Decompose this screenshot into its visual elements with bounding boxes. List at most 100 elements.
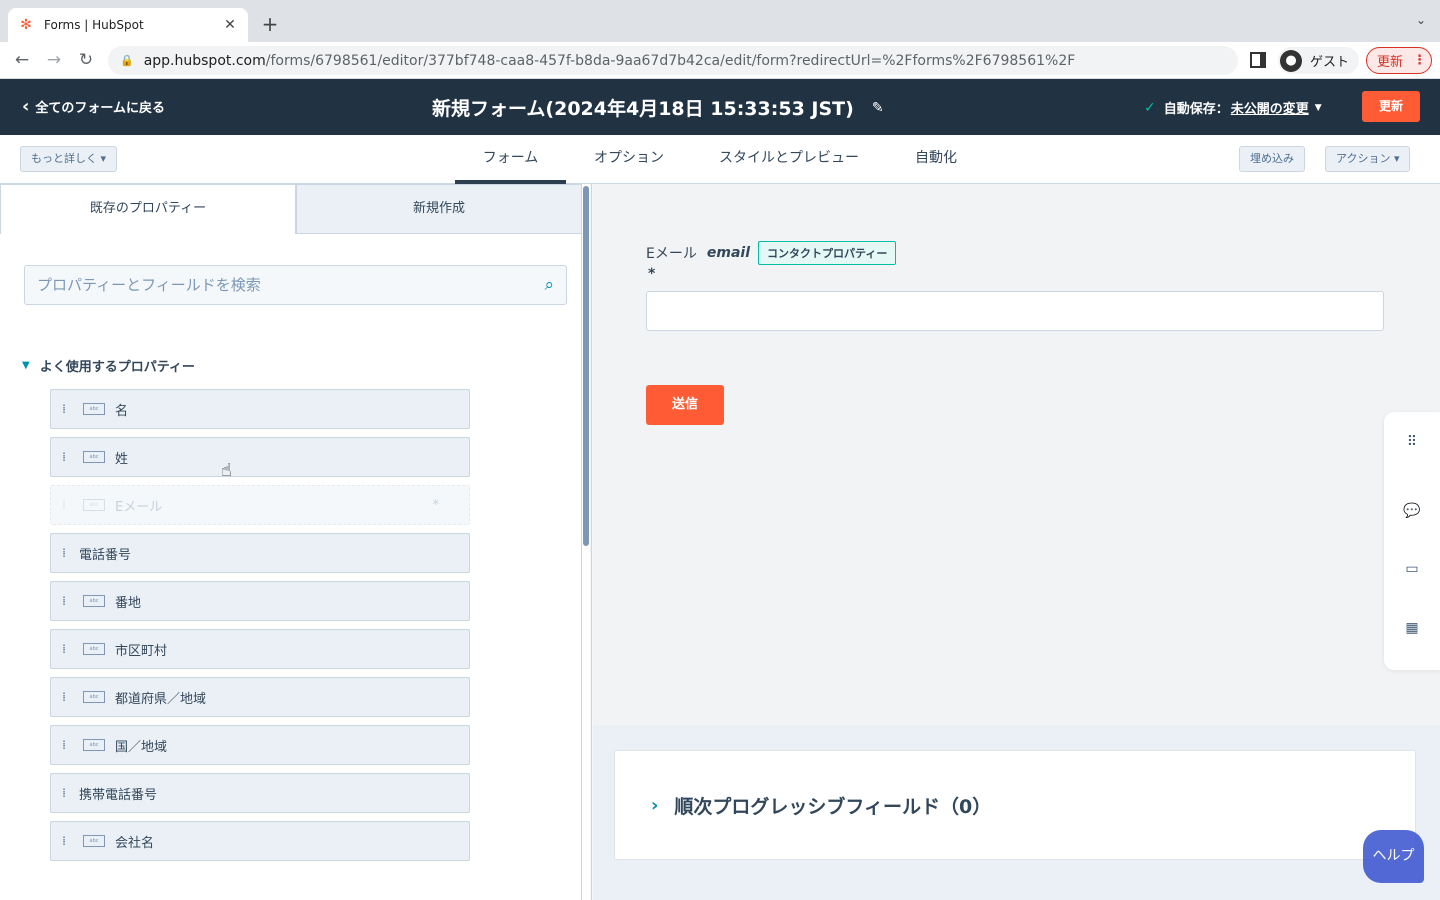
browser-tab-title: Forms | HubSpot xyxy=(44,18,144,32)
form-preview xyxy=(593,184,1440,725)
more-details-label: もっと詳しく xyxy=(31,152,97,165)
hubspot-favicon-icon: ✻ xyxy=(20,17,32,33)
drag-handle-icon[interactable]: ⁞ xyxy=(51,643,75,655)
property-item-phone[interactable]: ⁞ 電話番号 xyxy=(50,533,470,573)
check-icon: ✓ xyxy=(1144,99,1156,116)
property-item-country[interactable]: ⁞ abc 国／地域 xyxy=(50,725,470,765)
tab-form[interactable]: フォーム xyxy=(455,135,566,184)
profile-label: ゲスト xyxy=(1310,55,1350,70)
drag-handle-icon[interactable]: ⁞ xyxy=(51,595,75,607)
reload-icon[interactable]: ↻ xyxy=(74,48,98,72)
close-icon[interactable]: ✕ xyxy=(222,17,238,33)
tab-style-preview[interactable]: スタイルとプレビュー xyxy=(706,135,872,184)
email-field-label[interactable]: Eメール email コンタクトプロパティー xyxy=(646,241,897,265)
property-item-street[interactable]: ⁞ abc 番地 xyxy=(50,581,470,621)
property-label: 名 xyxy=(115,403,129,419)
url-path: /forms/6798561/editor/377bf748-caa8-457f… xyxy=(265,52,1076,69)
editor-toolbar: もっと詳しく ▾ フォーム オプション スタイルとプレビュー 自動化 埋め込み … xyxy=(0,135,1440,184)
url-host: app.hubspot.com xyxy=(143,52,266,69)
scrollbar-thumb[interactable] xyxy=(583,186,589,546)
profile-button[interactable]: ● ゲスト xyxy=(1278,47,1360,74)
property-search: ⌕ xyxy=(24,265,567,305)
form-title: 新規フォーム(2024年4月18日 15:33:53 JST) ✎ xyxy=(432,94,884,121)
property-item-email: ⁞ abc Eメール * xyxy=(50,485,470,525)
autosave-label: 自動保存： xyxy=(1163,102,1229,117)
browser-update-label: 更新 xyxy=(1377,55,1404,70)
text-field-icon: abc xyxy=(83,739,105,751)
hand-cursor-icon: ☝ xyxy=(221,460,232,481)
property-item-state[interactable]: ⁞ abc 都道府県／地域 xyxy=(50,677,470,717)
email-field[interactable] xyxy=(646,291,1384,331)
update-button[interactable]: 更新 xyxy=(1362,91,1420,122)
window-icon[interactable]: ▭ xyxy=(1402,559,1422,579)
more-details-button[interactable]: もっと詳しく ▾ xyxy=(20,146,118,172)
actions-button[interactable]: アクション ▾ xyxy=(1325,146,1411,172)
caret-down-icon[interactable]: ▼ xyxy=(1315,103,1322,113)
property-item-first-name[interactable]: ⁞ abc 名 xyxy=(50,389,470,429)
property-item-city[interactable]: ⁞ abc 市区町村 xyxy=(50,629,470,669)
drag-handle-icon[interactable]: ⁞ xyxy=(51,787,75,799)
back-arrow-icon[interactable]: ← xyxy=(10,48,34,72)
editor-header: ‹ 全てのフォームに戻る 新規フォーム(2024年4月18日 15:33:53 … xyxy=(0,79,1440,135)
help-button[interactable]: ヘルプ xyxy=(1363,830,1424,883)
unpublished-changes-link[interactable]: 未公開の変更 xyxy=(1231,98,1309,117)
group-header-common[interactable]: ▼ よく使用するプロパティー xyxy=(22,356,195,375)
new-tab-icon[interactable]: + xyxy=(258,12,282,36)
drag-handle-icon[interactable]: ⁞ xyxy=(51,547,75,559)
progressive-fields-card[interactable]: › 順次プログレッシブフィールド（0） xyxy=(614,750,1416,860)
drag-handle-icon[interactable]: ⁞ xyxy=(51,691,75,703)
property-item-company[interactable]: ⁞ abc 会社名 xyxy=(50,821,470,861)
actions-label: アクション xyxy=(1336,152,1391,165)
apps-grid-icon[interactable]: ⠿ xyxy=(1402,432,1422,452)
property-label: 市区町村 xyxy=(115,643,168,659)
field-label: Eメール xyxy=(646,246,697,262)
back-to-forms-link[interactable]: ‹ 全てのフォームに戻る xyxy=(22,97,165,116)
property-label: 姓 xyxy=(115,451,129,467)
drag-handle-icon[interactable]: ⁞ xyxy=(51,739,75,751)
browser-toolbar: ← → ↻ 🔒 app.hubspot.com/forms/6798561/ed… xyxy=(0,42,1440,79)
panel-scrollbar[interactable] xyxy=(582,184,590,900)
pencil-icon[interactable]: ✎ xyxy=(872,100,884,116)
text-field-icon: abc xyxy=(83,643,105,655)
field-internal-name: email xyxy=(706,245,750,261)
drag-handle-icon: ⁞ xyxy=(62,498,66,512)
embed-button[interactable]: 埋め込み xyxy=(1239,146,1305,172)
property-label: 国／地域 xyxy=(115,739,168,755)
text-field-icon: abc xyxy=(83,595,105,607)
drag-handle-icon[interactable]: ⁞ xyxy=(51,403,75,415)
contact-property-badge: コンタクトプロパティー xyxy=(758,241,897,265)
kebab-menu-icon: ⋮ xyxy=(1413,53,1427,68)
form-title-text: 新規フォーム(2024年4月18日 15:33:53 JST) xyxy=(432,98,854,120)
browser-tab[interactable]: ✻ Forms | HubSpot ✕ xyxy=(8,8,248,42)
drag-handle-icon[interactable]: ⁞ xyxy=(51,835,75,847)
calendar-icon[interactable]: ▦ xyxy=(1402,618,1422,638)
browser-update-button[interactable]: 更新 ⋮ xyxy=(1366,47,1432,74)
forward-arrow-icon[interactable]: → xyxy=(42,48,66,72)
chevron-left-icon: ‹ xyxy=(22,95,30,117)
property-search-input[interactable] xyxy=(37,276,545,294)
property-label: 携帯電話番号 xyxy=(79,787,158,803)
search-icon[interactable]: ⌕ xyxy=(544,275,554,295)
progressive-title: 順次プログレッシブフィールド（0） xyxy=(674,795,992,818)
chevron-down-icon[interactable]: ⌄ xyxy=(1416,13,1426,27)
tab-create-new[interactable]: 新規作成 xyxy=(296,184,582,234)
drag-handle-icon[interactable]: ⁞ xyxy=(51,451,75,463)
tab-existing-properties[interactable]: 既存のプロパティー xyxy=(0,184,296,234)
side-panel-icon[interactable] xyxy=(1250,52,1266,68)
right-rail: ⠿ 💬 ▭ ▦ xyxy=(1384,412,1440,670)
text-field-icon: abc xyxy=(83,403,105,415)
property-item-mobile[interactable]: ⁞ 携帯電話番号 xyxy=(50,773,470,813)
tab-options[interactable]: オプション xyxy=(580,135,678,184)
property-label: 番地 xyxy=(115,595,142,611)
chat-icon[interactable]: 💬 xyxy=(1402,501,1422,521)
chevron-right-icon[interactable]: › xyxy=(651,795,658,816)
properties-panel: 既存のプロパティー 新規作成 ⌕ ▼ よく使用するプロパティー ⁞ abc 名 … xyxy=(0,184,592,900)
property-item-last-name[interactable]: ⁞ abc 姓 xyxy=(50,437,470,477)
property-label: Eメール xyxy=(115,499,163,515)
tab-automation[interactable]: 自動化 xyxy=(900,135,972,184)
avatar-icon: ● xyxy=(1280,49,1302,72)
text-field-icon: abc xyxy=(83,835,105,847)
submit-button[interactable]: 送信 xyxy=(646,385,724,425)
address-bar[interactable]: 🔒 app.hubspot.com/forms/6798561/editor/3… xyxy=(108,46,1238,75)
group-title: よく使用するプロパティー xyxy=(39,360,195,375)
